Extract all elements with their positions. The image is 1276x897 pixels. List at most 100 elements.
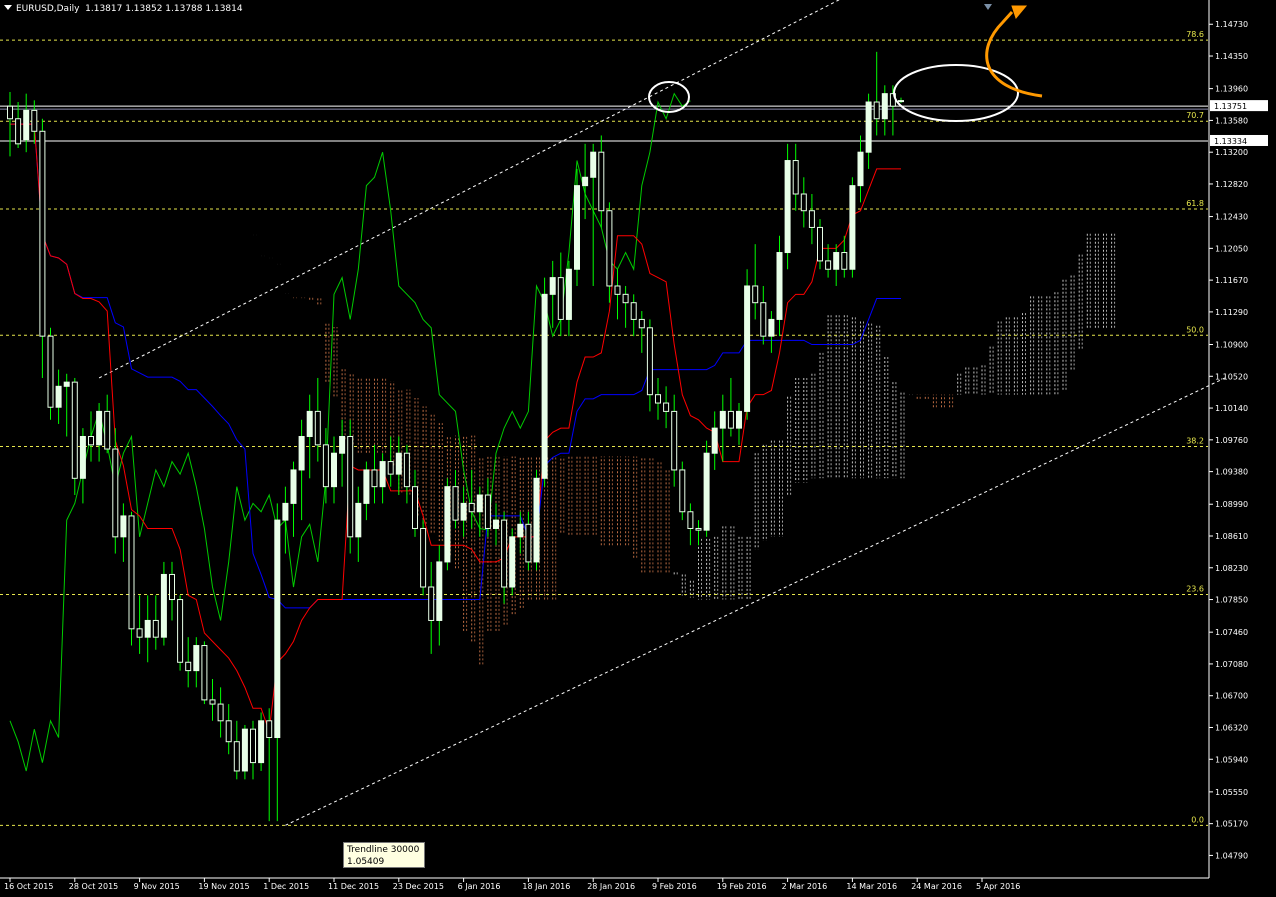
- candle-body: [282, 502, 289, 521]
- tooltip-name: Trendline 30000: [347, 845, 420, 855]
- x-tick-label: 9 Nov 2015: [134, 882, 180, 891]
- candle-body: [436, 561, 443, 621]
- y-tick-label: 1.05170: [1215, 820, 1248, 829]
- candle-body: [711, 427, 718, 454]
- candle-body: [687, 511, 694, 529]
- candle-body: [484, 494, 491, 529]
- candle-body: [703, 452, 710, 531]
- candle-body: [47, 335, 54, 408]
- x-tick-label: 16 Oct 2015: [4, 882, 53, 891]
- x-tick-label: 6 Jan 2016: [458, 882, 501, 891]
- candle-body: [31, 109, 38, 132]
- candle-body: [201, 645, 208, 701]
- y-tick-label: 1.14350: [1215, 52, 1248, 61]
- candle-body: [808, 210, 815, 228]
- candle-body: [460, 502, 467, 521]
- candle-body: [298, 435, 305, 471]
- candle-body: [833, 252, 840, 270]
- y-tick-label: 1.14730: [1215, 20, 1248, 29]
- candle-body: [655, 394, 661, 404]
- candle-body: [509, 536, 516, 588]
- x-tick-label: 24 Mar 2016: [911, 882, 962, 891]
- y-tick-label: 1.08610: [1215, 532, 1248, 541]
- candle-body: [193, 645, 200, 672]
- candle-body: [841, 252, 848, 270]
- x-tick-label: 19 Nov 2015: [198, 882, 249, 891]
- y-tick-label: 1.09760: [1215, 436, 1248, 445]
- y-tick-label: 1.12050: [1215, 244, 1248, 253]
- y-tick-label: 1.09380: [1215, 468, 1248, 477]
- price-label: 1.13751: [1214, 102, 1247, 111]
- candle-body: [250, 728, 256, 764]
- candle-body: [727, 410, 734, 429]
- candle-body: [355, 502, 362, 538]
- chart-window[interactable]: 78.6 70.7 61.8 50.0 38.2 23.6 0.0 1.14730 1.1435…: [0, 0, 1276, 897]
- candle-body: [476, 494, 483, 513]
- chart-header: EURUSD,Daily 1.13817 1.13852 1.13788 1.1…: [4, 4, 243, 14]
- candle-body: [185, 661, 192, 672]
- candle-body: [331, 452, 337, 488]
- candle-body: [363, 469, 370, 504]
- fib-level-label: 50.0: [1186, 325, 1204, 334]
- candle-body: [306, 410, 313, 437]
- candle-body: [15, 118, 22, 145]
- ohlc-values: 1.13817 1.13852 1.13788 1.13814: [85, 4, 243, 14]
- candle-body: [128, 515, 135, 630]
- candle-body: [120, 515, 127, 538]
- candle-body: [736, 410, 742, 429]
- candle-body: [266, 720, 273, 739]
- fib-level-label: 0.0: [1191, 815, 1204, 824]
- candle-body: [825, 260, 832, 270]
- candle-body: [468, 502, 475, 513]
- chart-background: [0, 0, 1276, 897]
- candle-body: [525, 523, 532, 563]
- candle-body: [565, 268, 572, 320]
- candle-body: [339, 435, 346, 454]
- candle-body: [79, 435, 86, 479]
- candle-body: [760, 302, 767, 337]
- candle-body: [209, 699, 216, 705]
- x-tick-label: 18 Jan 2016: [522, 882, 570, 891]
- y-tick-label: 1.06320: [1215, 723, 1248, 732]
- x-tick-label: 19 Feb 2016: [717, 882, 767, 891]
- candle-body: [177, 599, 184, 663]
- fib-level-label: 70.7: [1186, 111, 1204, 120]
- y-tick-label: 1.10900: [1215, 341, 1248, 350]
- candle-body: [614, 285, 621, 295]
- candle-body: [501, 519, 508, 588]
- fib-level-label: 23.6: [1186, 585, 1204, 594]
- candle-body: [541, 293, 548, 479]
- candle-body: [55, 385, 62, 408]
- price-chart[interactable]: 78.6 70.7 61.8 50.0 38.2 23.6 0.0 1.14730 1.1435…: [0, 0, 1276, 897]
- candle-body: [744, 285, 751, 412]
- candle-body: [817, 226, 823, 262]
- y-tick-label: 1.12820: [1215, 180, 1248, 189]
- candle-body: [152, 619, 159, 638]
- candle-body: [371, 469, 378, 488]
- candle-body: [88, 435, 94, 446]
- candle-body: [646, 327, 653, 396]
- candle-body: [630, 302, 637, 320]
- x-tick-label: 9 Feb 2016: [652, 882, 697, 891]
- candle-body: [7, 105, 13, 120]
- y-tick-label: 1.12430: [1215, 213, 1248, 222]
- price-label: 1.13334: [1214, 137, 1247, 146]
- candle-body: [638, 318, 645, 329]
- y-tick-label: 1.05550: [1215, 788, 1248, 797]
- fib-level-label: 78.6: [1186, 30, 1204, 39]
- candle-body: [160, 573, 167, 638]
- candle-body: [144, 619, 151, 638]
- y-tick-label: 1.10140: [1215, 404, 1248, 413]
- y-tick-label: 1.13200: [1215, 148, 1248, 157]
- candle-body: [792, 160, 799, 195]
- y-tick-label: 1.13580: [1215, 116, 1248, 125]
- x-tick-label: 11 Dec 2015: [328, 882, 379, 891]
- candle-body: [719, 410, 726, 429]
- candle-body: [849, 185, 856, 270]
- collapse-triangle-icon[interactable]: [4, 5, 12, 10]
- candle-body: [533, 477, 540, 563]
- candle-body: [444, 486, 451, 563]
- tooltip-value: 1.05409: [347, 857, 385, 867]
- trendline-tooltip: Trendline 30000 1.05409: [343, 842, 425, 868]
- candle-body: [452, 486, 459, 521]
